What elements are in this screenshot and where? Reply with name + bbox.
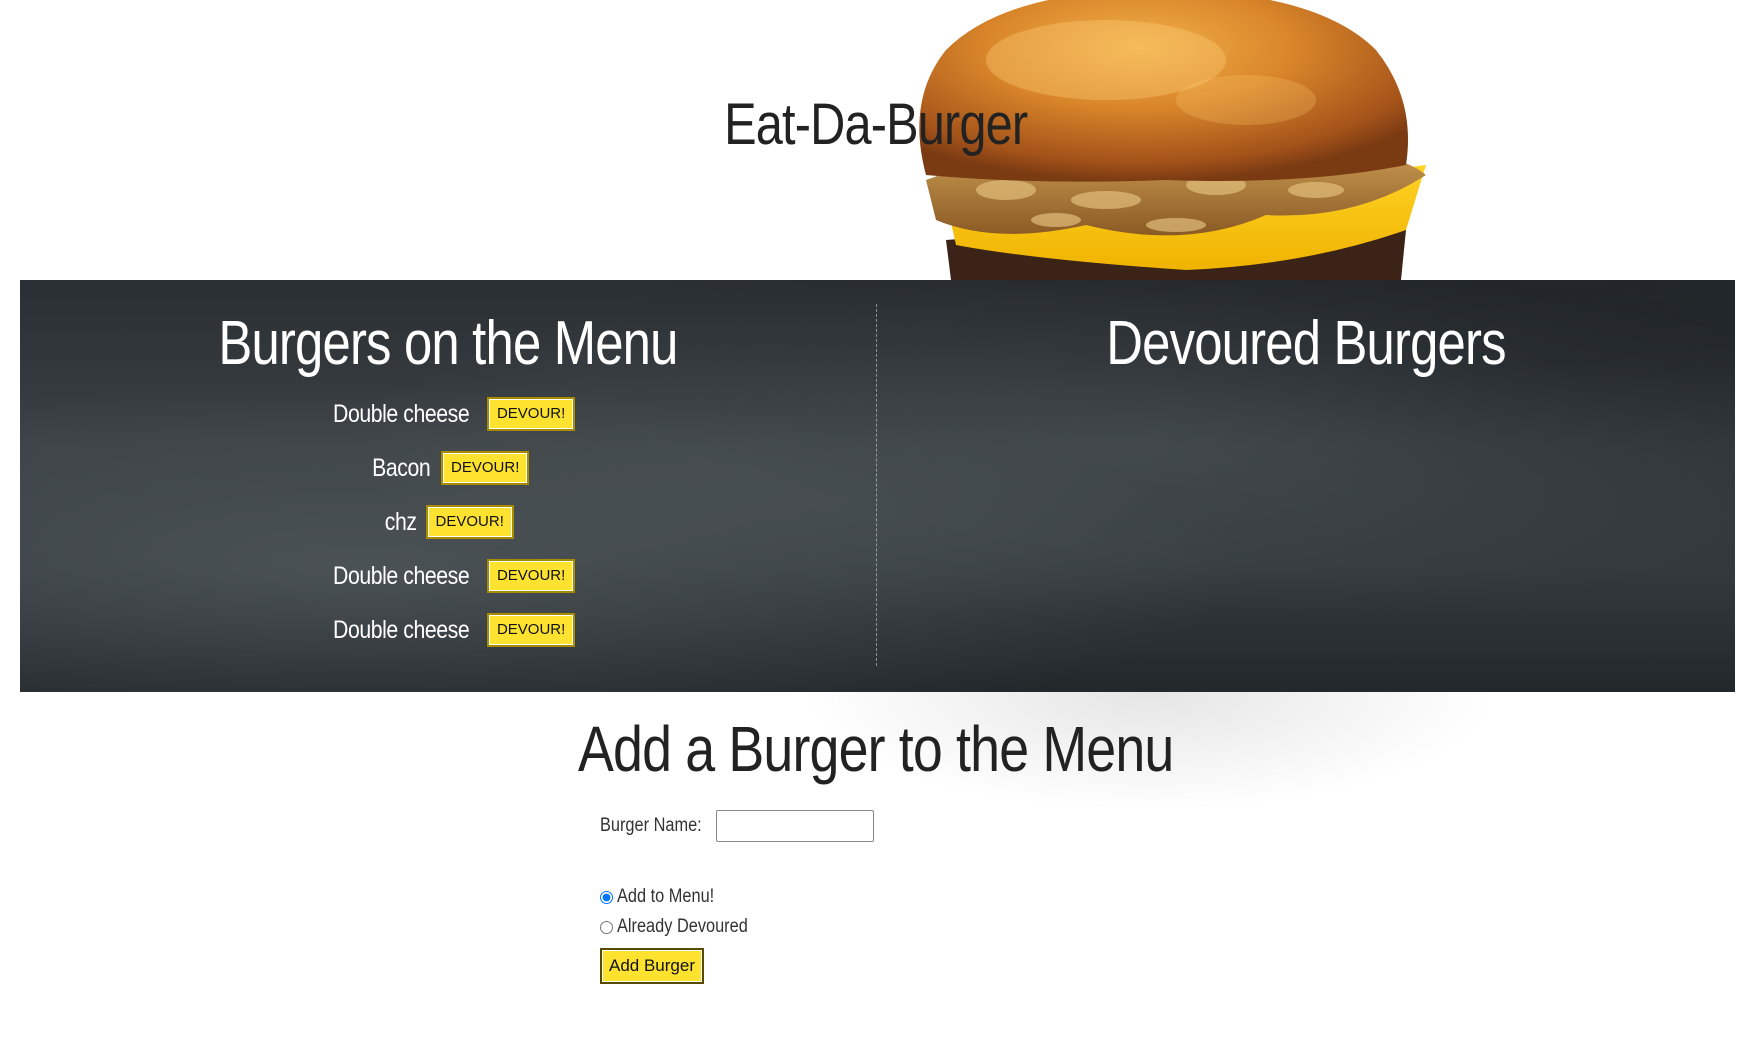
devour-button[interactable]: DEVOUR! [486, 613, 576, 647]
form-title: Add a Burger to the Menu [577, 713, 1174, 785]
menu-column: Burgers on the Menu Double cheese DEVOUR… [20, 280, 876, 692]
already-devoured-label: Already Devoured [617, 916, 748, 937]
burger-name: Double cheese [332, 561, 470, 590]
list-item: chz DEVOUR! [20, 495, 876, 549]
devoured-title: Devoured Burgers [1106, 309, 1506, 378]
list-item: Double cheese DEVOUR! [20, 387, 876, 441]
burger-name-row: Burger Name: [600, 810, 1200, 842]
add-burger-form: Burger Name: Add to Menu! Already Devour… [600, 810, 1200, 984]
already-devoured-radio[interactable] [600, 920, 613, 934]
devoured-column: Devoured Burgers [877, 280, 1735, 692]
radio-devoured-row: Already Devoured [600, 912, 1200, 942]
devour-button[interactable]: DEVOUR! [425, 505, 514, 539]
list-item: Bacon DEVOUR! [20, 441, 876, 495]
site-title: Eat-Da-Burger [724, 91, 1028, 157]
burger-name-label: Burger Name: [600, 815, 702, 836]
page: Eat-Da-Burger Burgers on the Menu Double… [0, 0, 1751, 1058]
chalkboard: Burgers on the Menu Double cheese DEVOUR… [20, 280, 1735, 692]
menu-burger-list: Double cheese DEVOUR! Bacon DEVOUR! chz … [20, 387, 876, 657]
add-to-menu-label: Add to Menu! [617, 886, 715, 907]
burger-name: Double cheese [332, 615, 470, 644]
list-item: Double cheese DEVOUR! [20, 603, 876, 657]
devour-button[interactable]: DEVOUR! [486, 397, 576, 431]
burger-name: chz [384, 507, 417, 536]
list-item: Double cheese DEVOUR! [20, 549, 876, 603]
add-to-menu-radio[interactable] [600, 890, 613, 904]
radio-add-to-menu-row: Add to Menu! [600, 882, 1200, 912]
devour-button[interactable]: DEVOUR! [441, 451, 530, 485]
burger-name: Double cheese [332, 399, 470, 428]
burger-name: Bacon [371, 453, 431, 482]
add-burger-button[interactable]: Add Burger [600, 948, 704, 984]
menu-title: Burgers on the Menu [218, 309, 678, 378]
devour-button[interactable]: DEVOUR! [486, 559, 576, 593]
header: Eat-Da-Burger [0, 0, 1751, 281]
burger-name-input[interactable] [716, 810, 875, 842]
